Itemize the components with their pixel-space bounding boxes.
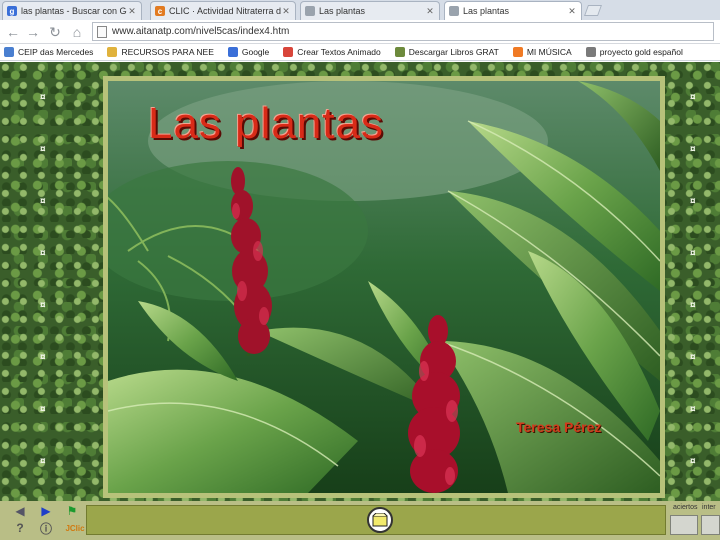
bookmark-item[interactable]: RECURSOS PARA NEE: [107, 47, 214, 57]
jclic-logo[interactable]: JClic: [64, 521, 86, 535]
forward-icon[interactable]: →: [24, 23, 42, 41]
tab-strip: g las plantas - Buscar con Goog ✕ c CLIC…: [0, 0, 720, 20]
bookmark-item[interactable]: MI MÚSICA: [512, 47, 572, 57]
folder-icon: [107, 47, 118, 57]
tab-4-active[interactable]: Las plantas ✕: [444, 1, 582, 20]
arrow-right-icon[interactable]: ▶: [38, 504, 54, 518]
folder-icon: [4, 47, 14, 57]
counter-label-intentos: inter: [702, 504, 716, 511]
back-icon[interactable]: ←: [4, 23, 22, 41]
tab-3[interactable]: Las plantas ✕: [300, 1, 440, 20]
tab-2-title: CLIC · Actividad Nitraterra de Loroto: [169, 6, 281, 16]
tab-2[interactable]: c CLIC · Actividad Nitraterra de Loroto …: [150, 1, 296, 20]
jclic-control-bar: ◀ ▶ ⚑ ? ⓘ JClic: [0, 501, 720, 540]
right-pattern-marks: ¤ ¤ ¤ ¤ ¤ ¤ ¤ ¤: [690, 92, 696, 467]
tab-4-title: Las plantas: [463, 6, 510, 16]
globe-icon: [585, 47, 596, 57]
tab-3-title: Las plantas: [319, 6, 366, 16]
plants-photo: Las plantas Teresa Pérez: [108, 81, 660, 493]
counter-aciertos: [670, 515, 698, 535]
page-content: ¤ ¤ ¤ ¤ ¤ ¤ ¤ ¤ ¤ ¤ ¤ ¤ ¤ ¤ ¤ ¤ Las plan…: [0, 62, 720, 540]
flag-icon[interactable]: ⚑: [64, 504, 80, 518]
url-text: www.aitanatp.com/nivel5cas/index4.htm: [112, 26, 290, 37]
info-icon[interactable]: ⓘ: [38, 521, 54, 536]
bookmark-item[interactable]: CEIP das Mercedes: [4, 47, 93, 57]
address-bar[interactable]: www.aitanatp.com/nivel5cas/index4.htm: [92, 22, 714, 41]
author-name: Teresa Pérez: [516, 419, 602, 435]
page-icon: [305, 6, 315, 16]
help-icon[interactable]: ?: [12, 521, 28, 535]
activity-image-frame: Las plantas Teresa Pérez: [103, 76, 665, 498]
tab-1[interactable]: g las plantas - Buscar con Goog ✕: [2, 1, 142, 20]
close-icon[interactable]: ✕: [567, 6, 577, 17]
bookmark-item[interactable]: proyecto gold español: [585, 47, 683, 57]
home-icon[interactable]: ⌂: [68, 23, 86, 41]
clic-icon: c: [155, 6, 165, 16]
left-pattern-marks: ¤ ¤ ¤ ¤ ¤ ¤ ¤ ¤: [40, 92, 46, 467]
counter-intentos: [701, 515, 720, 535]
bookmark-item[interactable]: Crear Textos Animado: [283, 47, 381, 57]
close-icon[interactable]: ✕: [127, 6, 137, 17]
bookmark-item[interactable]: Google: [227, 47, 269, 57]
bookmark-item[interactable]: Descargar Libros GRAT: [394, 47, 499, 57]
close-icon[interactable]: ✕: [425, 6, 435, 17]
new-tab-button[interactable]: [583, 5, 603, 16]
page-icon: [394, 47, 405, 57]
arrow-left-icon[interactable]: ◀: [12, 504, 28, 518]
blogger-icon: [512, 47, 523, 57]
bookmarks-bar: CEIP das Mercedes RECURSOS PARA NEE Goog…: [0, 44, 720, 61]
google-icon: g: [7, 6, 17, 16]
counter-label-aciertos: aciertos: [673, 504, 698, 511]
reload-icon[interactable]: ↻: [46, 23, 64, 41]
page-icon: [449, 6, 459, 16]
google-icon: [227, 47, 238, 57]
page-turn-icon: [372, 513, 388, 527]
page-icon: [97, 25, 107, 38]
start-activity-icon[interactable]: [367, 507, 393, 533]
toolbar: ← → ↻ ⌂ www.aitanatp.com/nivel5cas/index…: [0, 20, 720, 44]
page-icon: [283, 47, 294, 57]
activity-title: Las plantas: [148, 99, 385, 148]
tab-1-title: las plantas - Buscar con Goog: [21, 6, 127, 16]
close-icon[interactable]: ✕: [281, 6, 291, 17]
